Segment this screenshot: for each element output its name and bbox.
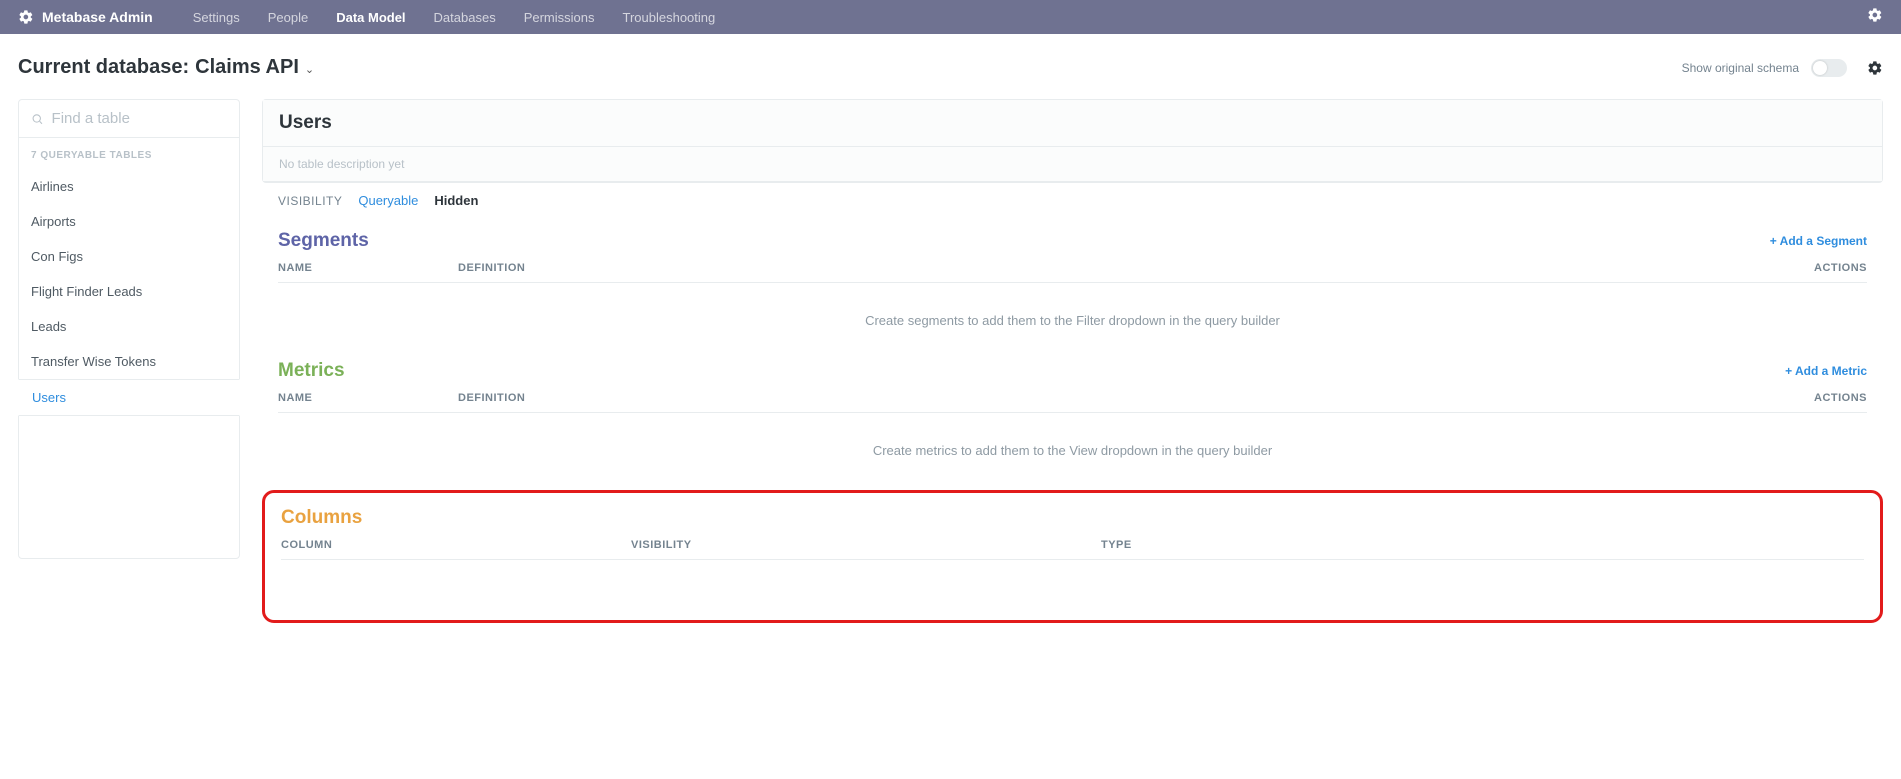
- subheader-right: Show original schema: [1682, 59, 1883, 77]
- settings-gear-icon[interactable]: [1867, 7, 1883, 23]
- chevron-down-icon: ⌄: [305, 63, 314, 76]
- table-search-input[interactable]: [52, 110, 227, 127]
- visibility-hidden[interactable]: Hidden: [434, 193, 478, 208]
- show-original-schema-toggle[interactable]: [1811, 59, 1847, 77]
- metrics-empty-hint: Create metrics to add them to the View d…: [278, 413, 1867, 468]
- table-title[interactable]: Users: [263, 100, 1882, 147]
- columns-col-column: COLUMN: [281, 539, 631, 551]
- table-item-airlines[interactable]: Airlines: [19, 169, 239, 204]
- gear-icon: [18, 9, 34, 25]
- segments-col-name: NAME: [278, 262, 458, 274]
- add-metric-link[interactable]: + Add a Metric: [1785, 364, 1867, 378]
- metrics-columns: NAME DEFINITION ACTIONS: [278, 382, 1867, 413]
- columns-col-type: TYPE: [1101, 539, 1864, 551]
- nav-permissions[interactable]: Permissions: [524, 10, 595, 25]
- table-search[interactable]: [19, 100, 239, 138]
- table-item-con-figs[interactable]: Con Figs: [19, 239, 239, 274]
- admin-topnav: Metabase Admin Settings People Data Mode…: [0, 0, 1901, 34]
- nav-troubleshooting[interactable]: Troubleshooting: [623, 10, 716, 25]
- metrics-col-actions: ACTIONS: [1787, 392, 1867, 404]
- nav-settings[interactable]: Settings: [193, 10, 240, 25]
- visibility-row: VISIBILITY Queryable Hidden: [262, 183, 1883, 208]
- table-item-leads[interactable]: Leads: [19, 309, 239, 344]
- metrics-col-definition: DEFINITION: [458, 392, 1787, 404]
- show-original-schema-label: Show original schema: [1682, 61, 1799, 75]
- segments-section: Segments + Add a Segment NAME DEFINITION…: [262, 208, 1883, 338]
- segments-empty-hint: Create segments to add them to the Filte…: [278, 283, 1867, 338]
- columns-section-highlight: Columns COLUMN VISIBILITY TYPE: [262, 490, 1883, 623]
- brand[interactable]: Metabase Admin: [18, 9, 153, 25]
- topnav-right: [1867, 7, 1883, 28]
- table-item-airports[interactable]: Airports: [19, 204, 239, 239]
- metrics-col-name: NAME: [278, 392, 458, 404]
- add-segment-link[interactable]: + Add a Segment: [1770, 234, 1867, 248]
- visibility-label: VISIBILITY: [278, 194, 342, 208]
- table-description-placeholder[interactable]: No table description yet: [263, 147, 1882, 182]
- database-selector[interactable]: Current database: Claims API ⌄: [18, 56, 314, 79]
- segments-col-definition: DEFINITION: [458, 262, 1787, 274]
- metrics-title: Metrics: [278, 360, 345, 382]
- columns-col-visibility: VISIBILITY: [631, 539, 1101, 551]
- tables-caption: 7 QUERYABLE TABLES: [19, 138, 239, 169]
- search-icon: [31, 112, 44, 126]
- table-item-transfer-wise-tokens[interactable]: Transfer Wise Tokens: [19, 344, 239, 379]
- segments-title: Segments: [278, 230, 369, 252]
- db-label-prefix: Current database:: [18, 56, 189, 79]
- table-item-users[interactable]: Users: [18, 379, 240, 416]
- topnav-left: Metabase Admin Settings People Data Mode…: [18, 9, 743, 25]
- nav-data-model[interactable]: Data Model: [336, 10, 405, 25]
- brand-text: Metabase Admin: [42, 9, 153, 25]
- columns-title: Columns: [281, 507, 362, 529]
- columns-headers: COLUMN VISIBILITY TYPE: [281, 529, 1864, 560]
- db-name: Claims API: [195, 56, 299, 79]
- table-item-flight-finder-leads[interactable]: Flight Finder Leads: [19, 274, 239, 309]
- subheader: Current database: Claims API ⌄ Show orig…: [0, 34, 1901, 87]
- nav-people[interactable]: People: [268, 10, 308, 25]
- nav-databases[interactable]: Databases: [434, 10, 496, 25]
- nav-links: Settings People Data Model Databases Per…: [193, 10, 744, 25]
- database-settings-gear-icon[interactable]: [1867, 60, 1883, 76]
- tables-sidebar: 7 QUERYABLE TABLES Airlines Airports Con…: [18, 99, 240, 559]
- metrics-section: Metrics + Add a Metric NAME DEFINITION A…: [262, 338, 1883, 468]
- segments-col-actions: ACTIONS: [1787, 262, 1867, 274]
- main: Users No table description yet VISIBILIT…: [262, 99, 1883, 623]
- visibility-queryable[interactable]: Queryable: [358, 193, 418, 208]
- table-panel: Users No table description yet: [262, 99, 1883, 183]
- body: 7 QUERYABLE TABLES Airlines Airports Con…: [0, 87, 1901, 653]
- segments-columns: NAME DEFINITION ACTIONS: [278, 252, 1867, 283]
